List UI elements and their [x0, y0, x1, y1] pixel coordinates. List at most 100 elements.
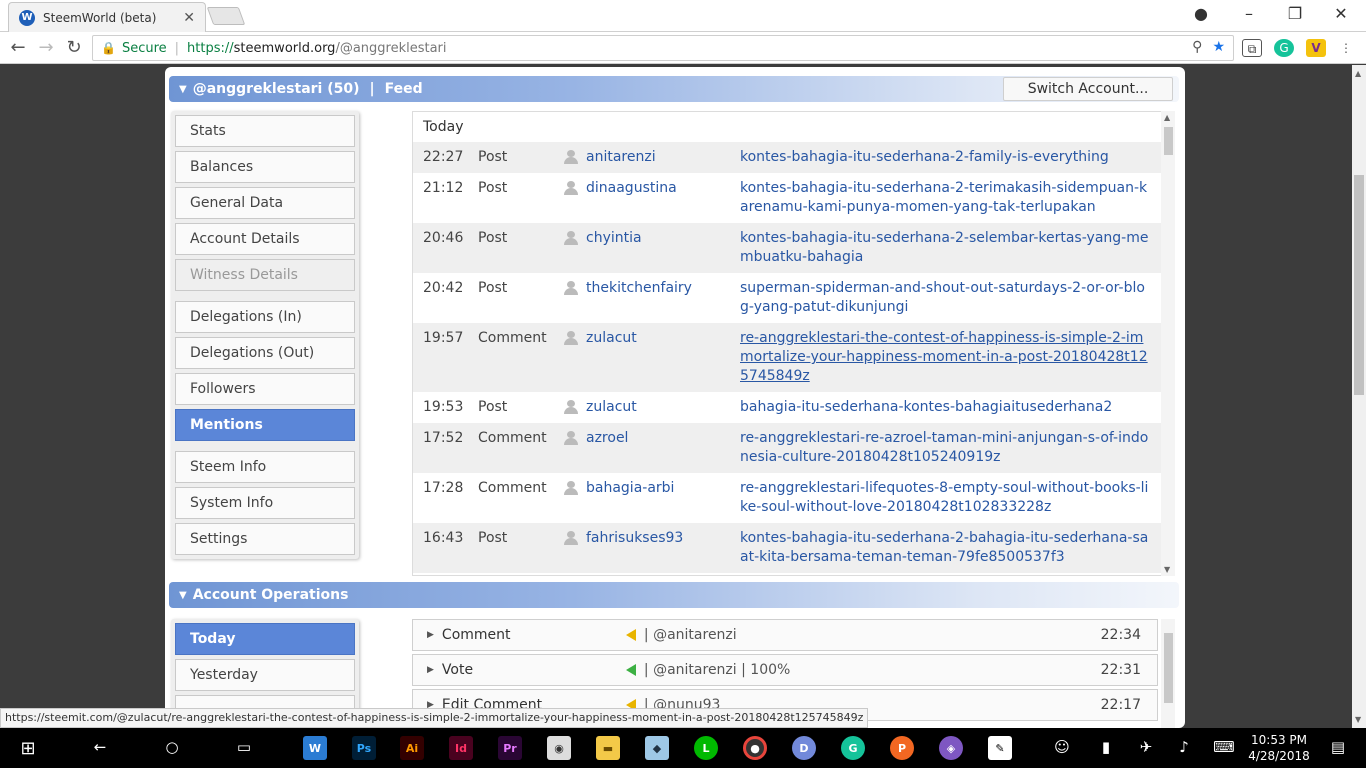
task-view-icon[interactable]: ▭	[232, 738, 256, 756]
switch-account-button[interactable]: Switch Account...	[1003, 77, 1173, 101]
mentions-feed-panel[interactable]: Today 22:27 Post anitarenzi kontes-bahagia-…	[412, 111, 1162, 576]
tab-close-icon[interactable]: ✕	[183, 10, 195, 26]
chrome-app-icon[interactable]: ●	[743, 736, 767, 760]
bookmark-star-icon[interactable]: ★	[1212, 39, 1225, 55]
menu-item-followers[interactable]: Followers	[175, 373, 355, 405]
reload-icon[interactable]: ↻	[62, 37, 86, 58]
extension-v-icon[interactable]: V	[1306, 39, 1326, 57]
feed-permlink[interactable]: kontes-bahagia-itu-sederhana-2-terimakas…	[740, 179, 1151, 217]
feed-user-link[interactable]: azroel	[564, 429, 740, 467]
taskbar-back-icon[interactable]: ←	[88, 738, 112, 756]
feed-user-link[interactable]: dinaagustina	[564, 179, 740, 217]
menu-item-witness-details[interactable]: Witness Details	[175, 259, 355, 291]
menu-item-account-details[interactable]: Account Details	[175, 223, 355, 255]
feed-username[interactable]: thekitchenfairy	[586, 279, 692, 317]
taskbar-clock[interactable]: 10:53 PM 4/28/2018	[1240, 732, 1318, 764]
word-app-icon[interactable]: W	[303, 736, 327, 760]
feed-scroll-thumb[interactable]	[1164, 127, 1173, 155]
minimize-icon[interactable]: –	[1226, 4, 1272, 23]
collapse-caret-icon[interactable]: ▼	[179, 84, 187, 95]
notifications-icon[interactable]: ▤	[1326, 738, 1350, 756]
grammarly-extension-icon[interactable]: G	[1274, 39, 1294, 57]
window-close-icon[interactable]: ✕	[1318, 4, 1364, 23]
feed-username[interactable]: zulacut	[586, 329, 637, 386]
back-arrow-icon[interactable]: ←	[6, 37, 30, 58]
menu-item-steem-info[interactable]: Steem Info	[175, 451, 355, 483]
operation-row[interactable]: ▶ Comment | @anitarenzi 22:34	[412, 619, 1158, 651]
map-pin-app-icon[interactable]: ◈	[939, 736, 963, 760]
maximize-icon[interactable]: ❐	[1272, 4, 1318, 23]
feed-username[interactable]: dinaagustina	[586, 179, 677, 217]
menu-item-general-data[interactable]: General Data	[175, 187, 355, 219]
forward-arrow-icon[interactable]: →	[34, 37, 58, 58]
operations-scroll-thumb[interactable]	[1164, 633, 1173, 703]
volume-icon[interactable]: ♪	[1172, 738, 1196, 756]
address-bar[interactable]: 🔒 Secure | https:// steemworld.org /@ang…	[92, 35, 1234, 61]
feed-permlink[interactable]: re-anggreklestari-re-azroel-taman-mini-a…	[740, 429, 1151, 467]
feed-section-header[interactable]: ▼ @anggreklestari (50) | Feed Switch Acc…	[169, 76, 1179, 102]
windows-start-icon[interactable]: ⊞	[16, 738, 40, 759]
menu-item-system-info[interactable]: System Info	[175, 487, 355, 519]
page-scroll-down-icon[interactable]: ▼	[1355, 715, 1361, 724]
feed-user-link[interactable]: zulacut	[564, 329, 740, 386]
keyboard-icon[interactable]: ⌨	[1212, 738, 1236, 756]
expand-caret-icon[interactable]: ▶	[427, 665, 434, 675]
menu-item-stats[interactable]: Stats	[175, 115, 355, 147]
indesign-app-icon[interactable]: Id	[449, 736, 473, 760]
browser-tab-steemworld[interactable]: W SteemWorld (beta) ✕	[8, 2, 206, 32]
people-icon[interactable]: ☺	[1050, 738, 1074, 756]
discord-app-icon[interactable]: D	[792, 736, 816, 760]
feed-username[interactable]: zulacut	[586, 398, 637, 417]
feed-username[interactable]: anitarenzi	[586, 148, 656, 167]
account-operations-header[interactable]: ▼ Account Operations	[169, 582, 1179, 608]
menu-item-balances[interactable]: Balances	[175, 151, 355, 183]
feed-scrollbar[interactable]: ▲ ▼	[1161, 111, 1175, 576]
feed-username[interactable]: chyintia	[586, 229, 642, 267]
feed-permlink[interactable]: kontes-bahagia-itu-sederhana-2-family-is…	[740, 148, 1151, 167]
feed-permlink[interactable]: kontes-bahagia-itu-sederhana-2-selembar-…	[740, 229, 1151, 267]
ops-menu-yesterday[interactable]: Yesterday	[175, 659, 355, 691]
feed-permlink[interactable]: kontes-bahagia-itu-sederhana-2-bahagia-i…	[740, 529, 1151, 567]
ops-menu-today[interactable]: Today	[175, 623, 355, 655]
illustrator-app-icon[interactable]: Ai	[400, 736, 424, 760]
menu-item-delegations-out[interactable]: Delegations (Out)	[175, 337, 355, 369]
battery-icon[interactable]: ▮	[1094, 738, 1118, 756]
menu-item-settings[interactable]: Settings	[175, 523, 355, 555]
collapse-caret-icon[interactable]: ▼	[179, 590, 187, 601]
premiere-app-icon[interactable]: Pr	[498, 736, 522, 760]
expand-caret-icon[interactable]: ▶	[427, 630, 434, 640]
chrome-menu-icon[interactable]: ⋮	[1336, 39, 1356, 57]
page-scrollbar[interactable]: ▲ ▼	[1352, 65, 1366, 728]
grammarly-app-icon[interactable]: G	[841, 736, 865, 760]
network-icon[interactable]: ✈	[1134, 738, 1158, 756]
feed-username[interactable]: azroel	[586, 429, 628, 467]
paper-app-icon[interactable]: ◆	[645, 736, 669, 760]
scroll-up-arrow-icon[interactable]: ▲	[1164, 113, 1170, 122]
feed-username[interactable]: fahrisukses93	[586, 529, 683, 567]
menu-item-delegations-in[interactable]: Delegations (In)	[175, 301, 355, 333]
feed-permlink[interactable]: superman-spiderman-and-shout-out-saturda…	[740, 279, 1151, 317]
scroll-down-arrow-icon[interactable]: ▼	[1164, 565, 1170, 574]
cortana-icon[interactable]: ○	[160, 738, 184, 756]
feed-permlink[interactable]: re-anggreklestari-the-contest-of-happine…	[740, 329, 1151, 386]
zoom-search-icon[interactable]: ⚲	[1192, 39, 1202, 55]
profile-icon[interactable]: ●	[1178, 4, 1224, 23]
feed-username[interactable]: bahagia-arbi	[586, 479, 674, 517]
feed-permlink[interactable]: re-anggreklestari-lifequotes-8-empty-sou…	[740, 479, 1151, 517]
operation-row[interactable]: ▶ Vote | @anitarenzi | 100% 22:31	[412, 654, 1158, 686]
notes-app-icon[interactable]: ✎	[988, 736, 1012, 760]
line-app-icon[interactable]: L	[694, 736, 718, 760]
page-scroll-up-icon[interactable]: ▲	[1355, 69, 1361, 78]
feed-user-link[interactable]: anitarenzi	[564, 148, 740, 167]
feed-user-link[interactable]: bahagia-arbi	[564, 479, 740, 517]
new-tab-button[interactable]	[206, 7, 246, 25]
feed-permlink[interactable]: bahagia-itu-sederhana-kontes-bahagiaitus…	[740, 398, 1151, 417]
feed-user-link[interactable]: fahrisukses93	[564, 529, 740, 567]
photoshop-app-icon[interactable]: Ps	[352, 736, 376, 760]
feed-user-link[interactable]: zulacut	[564, 398, 740, 417]
feed-user-link[interactable]: chyintia	[564, 229, 740, 267]
operations-scrollbar[interactable]	[1161, 619, 1175, 728]
camera-app-icon[interactable]: ◉	[547, 736, 571, 760]
feed-user-link[interactable]: thekitchenfairy	[564, 279, 740, 317]
page-scroll-thumb[interactable]	[1354, 175, 1364, 395]
